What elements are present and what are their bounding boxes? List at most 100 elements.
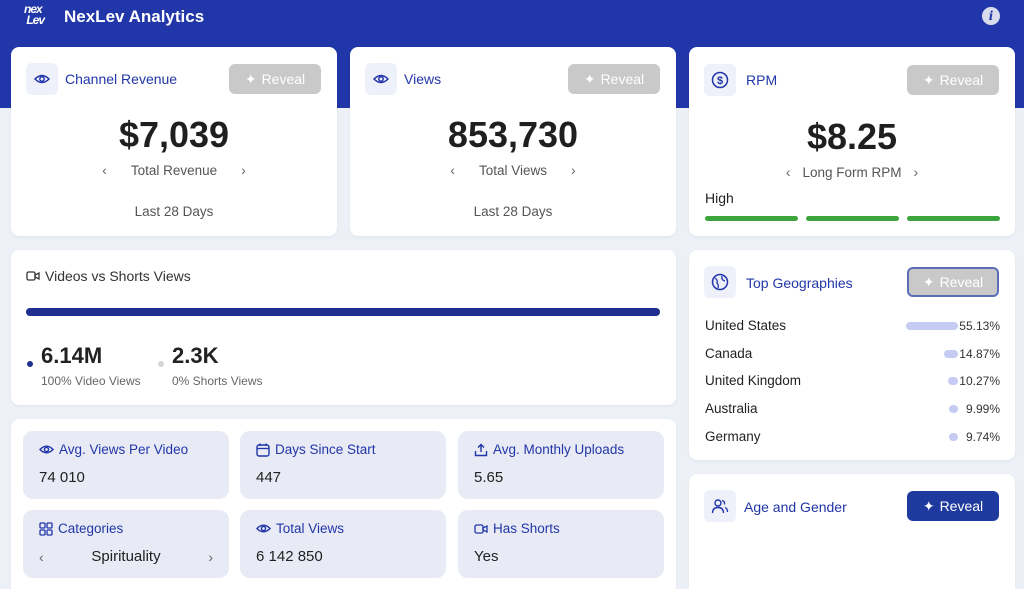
- days-since-start-value: 447: [256, 469, 282, 486]
- geo-share-bar: [906, 322, 958, 330]
- avg-monthly-uploads-card: Avg. Monthly Uploads 5.65: [458, 431, 664, 499]
- geo-country-name: United States: [705, 318, 787, 333]
- reveal-label: Reveal: [261, 71, 306, 87]
- has-shorts-label: Has Shorts: [493, 521, 560, 536]
- rpm-reveal-button[interactable]: ✦ Reveal: [907, 65, 999, 95]
- total-views-card: Total Views 6 142 850: [240, 510, 446, 578]
- chevron-right-icon[interactable]: ›: [208, 549, 213, 565]
- calendar-icon: [256, 443, 270, 457]
- video-camera-icon: [474, 523, 488, 534]
- avg-views-card: Avg. Views Per Video 74 010: [23, 431, 229, 499]
- geo-country-name: United Kingdom: [705, 373, 802, 389]
- video-views-value: 6.14M: [41, 343, 103, 368]
- eye-icon: [256, 524, 271, 533]
- reveal-label: Reveal: [600, 71, 645, 87]
- categories-value: Spirituality: [91, 548, 161, 565]
- rpm-level-bars: [705, 216, 1000, 221]
- geo-share-bar: [943, 349, 958, 358]
- categories-switcher: ‹ Spirituality ›: [39, 548, 213, 565]
- channel-revenue-reveal-button[interactable]: ✦ Reveal: [229, 64, 321, 94]
- chevron-left-icon[interactable]: ‹: [102, 162, 107, 178]
- geo-share-bar: [948, 432, 958, 441]
- shorts-views-label: 0% Shorts Views: [172, 374, 263, 388]
- geo-share-bar: [948, 405, 958, 414]
- channel-revenue-card: Channel Revenue ✦ Reveal $7,039 ‹ Total R…: [11, 47, 337, 236]
- videos-vs-shorts-title: Videos vs Shorts Views: [45, 268, 191, 284]
- geo-row: United Kingdom 10.27%: [705, 371, 1000, 391]
- reveal-label: Reveal: [939, 72, 984, 88]
- chevron-left-icon[interactable]: ‹: [450, 162, 455, 178]
- chevron-right-icon[interactable]: ›: [571, 162, 576, 178]
- geo-country-name: Canada: [705, 345, 753, 361]
- avg-monthly-uploads-label: Avg. Monthly Uploads: [493, 442, 625, 457]
- has-shorts-value: Yes: [474, 548, 499, 565]
- categories-label-row: Categories: [39, 521, 123, 536]
- reveal-label: Reveal: [939, 274, 984, 290]
- svg-text:$: $: [717, 75, 723, 87]
- chevron-left-icon[interactable]: ‹: [39, 549, 44, 565]
- channel-revenue-title: Channel Revenue: [65, 71, 178, 87]
- total-views-label: Total Views: [478, 162, 548, 178]
- eye-icon: [39, 445, 54, 454]
- rpm-level-bar: [907, 216, 1000, 221]
- has-shorts-card: Has Shorts Yes: [458, 510, 664, 578]
- sparkle-icon: ✦: [583, 70, 596, 87]
- views-reveal-button[interactable]: ✦ Reveal: [568, 64, 660, 94]
- geo-percentage: 9.99%: [965, 402, 1000, 417]
- app-header: nex Lev NexLev Analytics i: [0, 0, 1024, 34]
- geographies-reveal-button[interactable]: ✦ Reveal: [907, 267, 999, 297]
- rpm-value: $8.25: [806, 116, 898, 157]
- geo-row: Australia 9.99%: [705, 399, 1000, 419]
- eye-icon: [26, 63, 58, 95]
- eye-icon: [365, 63, 397, 95]
- geo-row: United States 55.13%: [705, 316, 1000, 336]
- geo-percentage: 10.27%: [959, 374, 1000, 389]
- shorts-views-value: 2.3K: [172, 343, 219, 368]
- sparkle-icon: ✦: [922, 71, 935, 88]
- geo-share-bar: [948, 377, 958, 386]
- upload-icon: [474, 443, 488, 456]
- geo-row: Canada 14.87%: [705, 344, 1000, 364]
- users-icon: [704, 490, 736, 522]
- avg-views-label-row: Avg. Views Per Video: [39, 442, 188, 457]
- total-revenue-value: $7,039: [118, 114, 230, 155]
- stats-panel: Avg. Views Per Video 74 010 Days Since S…: [11, 419, 676, 589]
- avg-views-value: 74 010: [39, 469, 85, 486]
- nexlev-logo[interactable]: nex Lev: [24, 3, 58, 30]
- total-views-stat-value: 6 142 850: [256, 548, 323, 565]
- info-icon[interactable]: i: [982, 7, 1000, 25]
- rpm-switcher: ‹ Long Form RPM ›: [689, 164, 1015, 180]
- chevron-right-icon[interactable]: ›: [241, 162, 246, 178]
- grid-icon: [39, 521, 53, 536]
- globe-icon: [704, 266, 736, 298]
- top-geographies-title: Top Geographies: [746, 275, 853, 291]
- days-since-start-card: Days Since Start 447: [240, 431, 446, 499]
- video-share-bar: [26, 308, 660, 316]
- long-form-rpm-label: Long Form RPM: [802, 164, 902, 180]
- age-gender-reveal-button[interactable]: ✦ Reveal: [907, 491, 999, 521]
- sparkle-icon: ✦: [244, 70, 257, 87]
- total-views-stat-label: Total Views: [276, 521, 345, 536]
- revenue-period: Last 28 Days: [134, 204, 214, 219]
- video-views-label: 100% Video Views: [41, 374, 141, 388]
- geo-country-name: Germany: [705, 428, 761, 444]
- total-revenue-switcher: ‹ Total Revenue ›: [11, 162, 337, 178]
- geo-percentage: 55.13%: [959, 319, 1000, 333]
- total-views-label-row: Total Views: [256, 521, 344, 536]
- dollar-icon: $: [704, 64, 736, 96]
- rpm-level-bar: [705, 216, 798, 221]
- days-since-start-label-row: Days Since Start: [256, 442, 376, 457]
- age-gender-card: Age and Gender ✦ Reveal: [689, 474, 1015, 589]
- geo-percentage: 9.74%: [965, 429, 1000, 444]
- avg-views-label: Avg. Views Per Video: [59, 442, 189, 457]
- views-card: Views ✦ Reveal 853,730 ‹ Total Views › La…: [350, 47, 676, 236]
- chevron-right-icon[interactable]: ›: [914, 164, 919, 180]
- views-title: Views: [404, 71, 442, 87]
- total-revenue-label: Total Revenue: [130, 162, 218, 178]
- avg-monthly-uploads-label-row: Avg. Monthly Uploads: [474, 442, 624, 457]
- rpm-title: RPM: [746, 72, 778, 88]
- age-gender-title: Age and Gender: [744, 499, 847, 515]
- total-views-switcher: ‹ Total Views ›: [350, 162, 676, 178]
- reveal-label: Reveal: [939, 498, 984, 514]
- chevron-left-icon[interactable]: ‹: [786, 164, 791, 180]
